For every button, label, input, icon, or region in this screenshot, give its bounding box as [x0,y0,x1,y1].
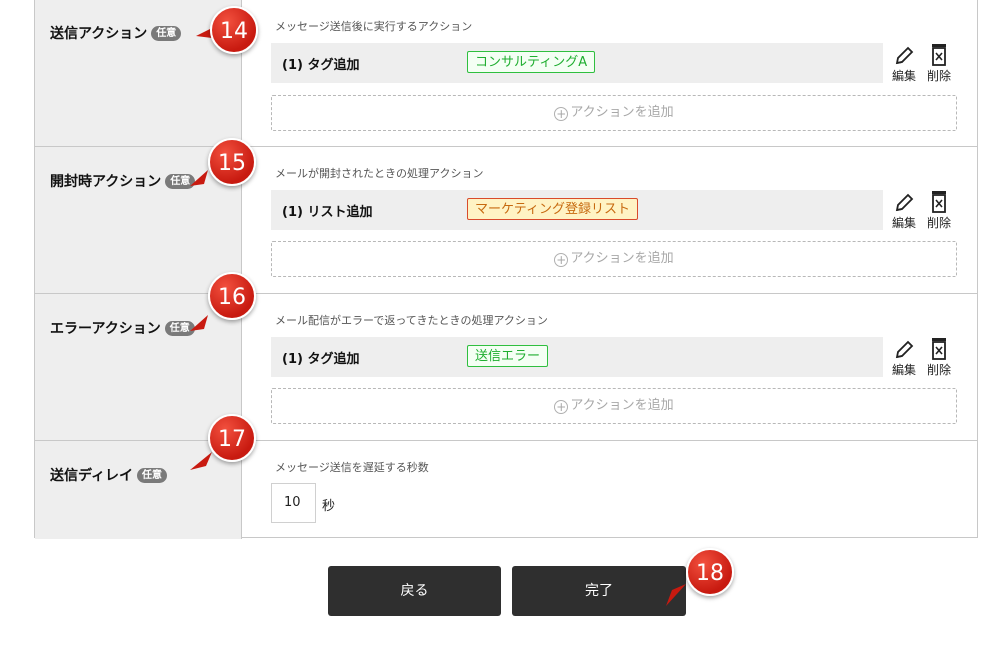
delay-unit-label: 秒 [322,499,336,514]
add-action-label: アクションを追加 [570,251,674,266]
delete-button[interactable]: 削除 [924,337,954,378]
row-send-delay: 送信ディレイ 任意 メッセージ送信を遅延する秒数 [35,441,977,539]
marker-pointer [190,315,208,331]
add-action-button[interactable]: + アクションを追加 [271,95,957,131]
plus-circle-icon: + [554,253,569,267]
row-error-action: エラーアクション 任意 メール配信がエラーで返ってきたときの処理アクション (1)… [35,294,977,441]
edit-label: 編集 [891,363,916,377]
delete-button[interactable]: 削除 [924,190,954,231]
done-button[interactable]: 完了 [512,566,686,616]
delete-button[interactable]: 削除 [924,43,954,84]
action-name: (1) リスト追加 [282,205,373,220]
edit-button[interactable]: 編集 [889,192,919,231]
edit-button[interactable]: 編集 [889,45,919,84]
action-tag: コンサルティングA [467,51,596,73]
row-send-action: 送信アクション 任意 メッセージ送信後に実行するアクション (1) タグ追加 コン… [35,0,977,147]
field-label: 送信アクション [50,26,148,42]
pencil-icon [895,340,914,359]
annotation-marker: 14 [210,6,258,54]
delete-label: 削除 [926,69,951,83]
delete-label: 削除 [926,216,951,230]
plus-circle-icon: + [554,107,569,121]
field-description: メールが開封されたときの処理アクション [275,167,484,180]
field-label: 開封時アクション [50,174,162,190]
optional-badge: 任意 [137,468,168,483]
action-tag: マーケティング登録リスト [467,198,638,220]
add-action-label: アクションを追加 [570,105,674,120]
edit-label: 編集 [891,69,916,83]
annotation-marker: 18 [686,548,734,596]
add-action-label: アクションを追加 [570,398,674,413]
row-label-cell: エラーアクション 任意 [35,294,242,440]
annotation-marker: 17 [208,414,256,462]
delete-label: 削除 [926,363,951,377]
pencil-icon [895,46,914,65]
action-item: (1) タグ追加 送信エラー [271,337,883,377]
pencil-icon [895,193,914,212]
action-item: (1) タグ追加 コンサルティングA [271,43,883,83]
add-action-button[interactable]: + アクションを追加 [271,241,957,277]
plus-circle-icon: + [554,400,569,414]
trash-icon [932,338,946,360]
edit-label: 編集 [891,216,916,230]
marker-pointer [666,584,686,606]
field-description: メッセージ送信を遅延する秒数 [275,461,429,474]
action-name: (1) タグ追加 [282,58,360,73]
field-label: 送信ディレイ [50,468,134,484]
trash-icon [932,191,946,213]
settings-form-table: 送信アクション 任意 メッセージ送信後に実行するアクション (1) タグ追加 コン… [34,0,978,539]
annotation-marker: 15 [208,138,256,186]
back-button[interactable]: 戻る [328,566,501,616]
action-item: (1) リスト追加 マーケティング登録リスト [271,190,883,230]
marker-pointer [190,452,212,470]
annotation-marker: 16 [208,272,256,320]
field-description: メール配信がエラーで返ってきたときの処理アクション [275,314,548,327]
trash-icon [932,44,946,66]
action-tag: 送信エラー [467,345,549,367]
optional-badge: 任意 [151,26,182,41]
add-action-button[interactable]: + アクションを追加 [271,388,957,424]
delay-seconds-input[interactable]: 10 [271,483,316,523]
field-description: メッセージ送信後に実行するアクション [275,20,473,33]
edit-button[interactable]: 編集 [889,339,919,378]
row-open-action: 開封時アクション 任意 メールが開封されたときの処理アクション (1) リスト追加… [35,147,977,294]
field-label: エラーアクション [50,321,161,337]
marker-pointer [190,170,208,186]
action-name: (1) タグ追加 [282,352,360,367]
